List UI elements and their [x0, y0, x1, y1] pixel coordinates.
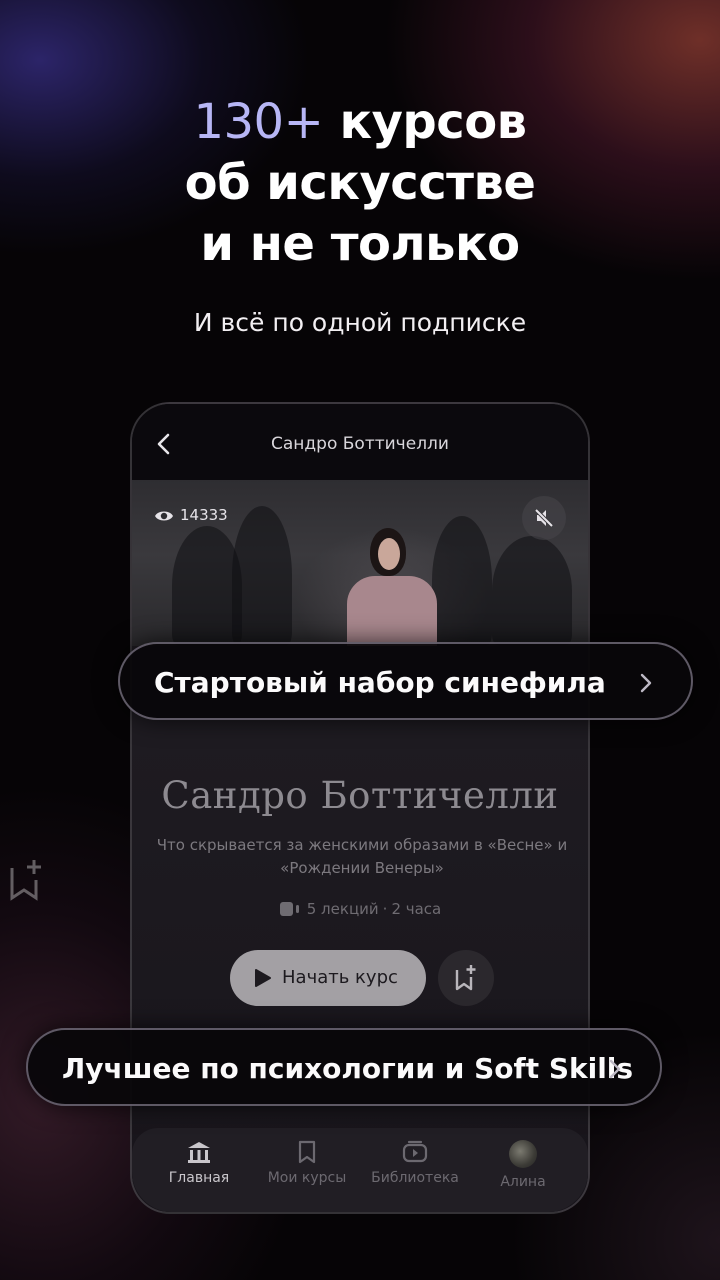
view-count: 14333: [180, 506, 228, 524]
headline-line-1-text: курсов: [323, 94, 528, 150]
collection-pill-label: Лучшее по психологии и Soft Skills: [62, 1052, 634, 1085]
video-background-plant: [232, 506, 292, 646]
lecture-count: 5 лекций: [306, 900, 379, 918]
bookmark-add-icon: [455, 965, 476, 991]
meta-separator: ·: [382, 900, 388, 918]
play-icon: [255, 969, 271, 987]
course-title: Сандро Боттичелли: [161, 774, 559, 817]
collection-pill-psychology[interactable]: Лучшее по психологии и Soft Skills: [26, 1028, 662, 1106]
library-icon: [402, 1140, 428, 1163]
tab-home[interactable]: Главная: [144, 1140, 254, 1186]
bookmark-add-icon: [10, 860, 41, 901]
promo-headline: 130+ курсов об искусстве и не только: [0, 92, 720, 275]
phone-header: Сандро Боттичелли: [132, 404, 588, 480]
headline-line-2: об искусстве: [184, 155, 536, 211]
promo-subtitle: И всё по одной подписке: [193, 308, 527, 337]
view-counter: 14333: [154, 506, 228, 524]
tab-profile-label: Алина: [500, 1174, 546, 1190]
presenter-figure: [347, 576, 437, 646]
lecture-camera-icon: [279, 902, 299, 916]
tab-library-label: Библиотека: [371, 1170, 459, 1186]
tab-library[interactable]: Библиотека: [360, 1140, 470, 1186]
mute-button[interactable]: [522, 496, 566, 540]
muted-speaker-icon: [534, 508, 554, 528]
tab-my-courses-label: Мои курсы: [267, 1170, 347, 1186]
chevron-right-icon: [609, 1059, 621, 1079]
avatar: [509, 1140, 537, 1168]
collection-pill-cinephile[interactable]: Стартовый набор синефила: [118, 642, 693, 720]
course-video-preview[interactable]: 14333: [132, 480, 588, 646]
headline-line-1: 130+ курсов: [0, 92, 720, 153]
home-icon: [188, 1142, 210, 1163]
video-background-plant: [432, 516, 492, 646]
eye-icon: [155, 511, 173, 521]
tab-profile[interactable]: Алина: [468, 1140, 578, 1190]
tab-my-courses[interactable]: Мои курсы: [252, 1140, 362, 1186]
bookmark-icon: [298, 1140, 316, 1164]
chevron-right-icon: [640, 673, 652, 693]
start-course-label: Начать курс: [282, 967, 398, 988]
tab-home-label: Главная: [168, 1170, 230, 1186]
phone-header-title: Сандро Боттичелли: [271, 434, 449, 454]
course-duration: 2 часа: [391, 900, 442, 918]
course-description: Что скрывается за женскими образами в «В…: [156, 836, 568, 877]
save-course-button[interactable]: [438, 950, 494, 1006]
start-course-button[interactable]: Начать курс: [230, 950, 426, 1006]
presenter-face: [378, 538, 400, 570]
tab-bar: Главная Мои курсы Библиотека Алина: [132, 1128, 588, 1212]
collection-pill-label: Стартовый набор синефила: [154, 666, 606, 699]
video-background-plant: [492, 536, 572, 646]
course-meta: 5 лекций · 2 часа: [132, 900, 588, 918]
headline-line-3: и не только: [200, 216, 520, 272]
headline-accent: 130+: [193, 94, 324, 150]
